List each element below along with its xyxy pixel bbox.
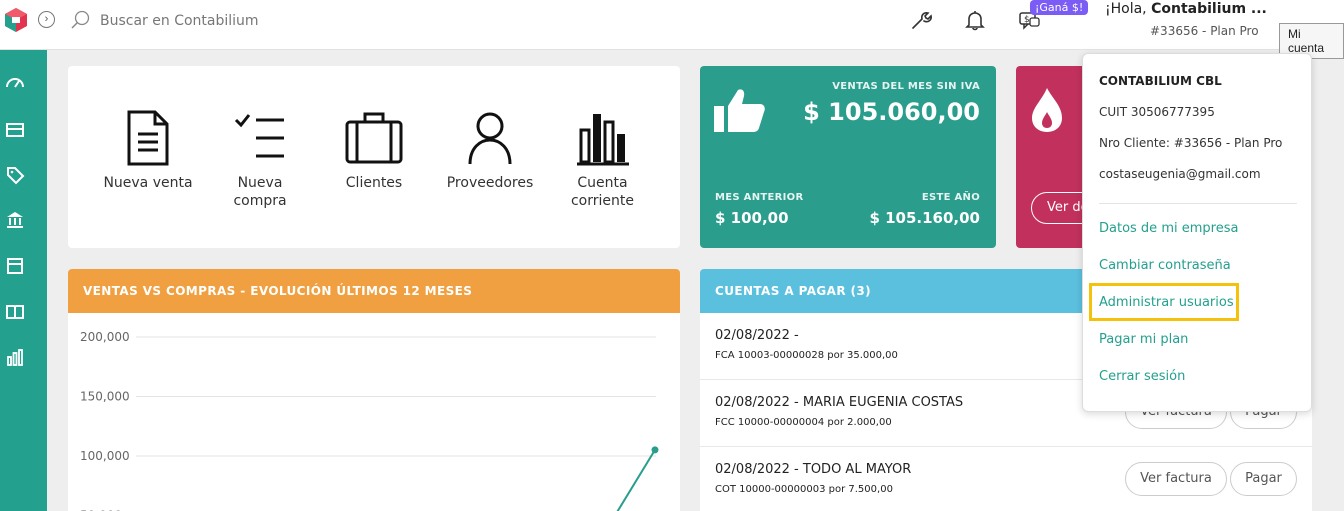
- company-cuit: CUIT 30506777395: [1099, 105, 1215, 119]
- payable-title: 02/08/2022 -: [715, 328, 799, 343]
- y-tick-label: 150,000: [80, 390, 130, 404]
- y-tick-label: 100,000: [80, 449, 130, 463]
- shortcut-label: Nueva: [237, 175, 283, 191]
- user-greeting[interactable]: ¡Hola, Contabilium ...: [1105, 1, 1267, 17]
- shortcut-clients[interactable]: Clientes: [334, 110, 414, 192]
- shortcut-new-purchase[interactable]: Nueva compra: [220, 110, 300, 210]
- payable-detail: FCA 10003-00000028 por 35.000,00: [715, 350, 898, 361]
- data-point[interactable]: [651, 446, 659, 454]
- payable-detail: COT 10000-00000003 por 7.500,00: [715, 484, 893, 495]
- shortcut-suppliers[interactable]: Proveedores: [440, 110, 540, 192]
- document-icon: [127, 110, 169, 166]
- thumbs-up-icon: [714, 89, 765, 132]
- sidebar-toggle-button[interactable]: ›: [38, 11, 55, 28]
- person-icon: [468, 112, 512, 165]
- shortcut-label: Cuenta: [577, 175, 628, 191]
- sales-vs-purchases-chart: VENTAS VS COMPRAS - EVOLUCIÓN ÚLTIMOS 12…: [68, 269, 680, 511]
- referral-badge[interactable]: ¡Ganá $!: [1030, 0, 1089, 15]
- shortcut-label: Clientes: [345, 175, 403, 191]
- shortcut-current-account[interactable]: Cuenta corriente: [560, 110, 645, 210]
- inventory-box-icon[interactable]: [5, 256, 25, 276]
- shortcut-label-line2: compra: [233, 193, 287, 209]
- top-bar: › $ ¡Ganá $! ¡Hola, Contabilium ... #336…: [0, 0, 1344, 59]
- payable-title: 02/08/2022 - TODO AL MAYOR: [715, 462, 912, 477]
- shortcut-new-sale[interactable]: Nueva venta: [98, 110, 198, 192]
- menu-pay-plan[interactable]: Pagar mi plan: [1099, 332, 1188, 347]
- sales-amount: $ 105.060,00: [803, 98, 980, 126]
- dashboard-icon[interactable]: [5, 73, 25, 93]
- shortcut-label: Nueva venta: [103, 175, 193, 191]
- sales-title: VENTAS DEL MES SIN IVA: [832, 81, 980, 92]
- view-invoice-button[interactable]: Ver factura: [1125, 462, 1227, 496]
- search-input[interactable]: [100, 10, 600, 32]
- menu-logout[interactable]: Cerrar sesión: [1099, 369, 1185, 384]
- payable-detail: FCC 10000-00000004 por 2.000,00: [715, 417, 892, 428]
- line-chart: 200,000150,000100,00050,000: [80, 330, 659, 511]
- menu-change-password[interactable]: Cambiar contraseña: [1099, 258, 1231, 273]
- checklist-icon: [234, 114, 284, 158]
- contabilium-logo[interactable]: [3, 7, 29, 33]
- pay-button[interactable]: Pagar: [1230, 462, 1297, 496]
- sales-register-icon[interactable]: [5, 120, 25, 140]
- prev-month-value: $ 100,00: [715, 209, 789, 227]
- menu-divider: [1099, 203, 1297, 204]
- briefcase-icon: [345, 112, 403, 164]
- bar-chart-icon: [576, 114, 629, 166]
- svg-text:$: $: [1024, 15, 1030, 25]
- client-number: Nro Cliente: #33656 - Plan Pro: [1099, 136, 1283, 150]
- shortcut-label: Proveedores: [446, 175, 534, 191]
- greeting-name: Contabilium ...: [1151, 1, 1267, 17]
- payable-title: 02/08/2022 - MARIA EUGENIA COSTAS: [715, 395, 964, 410]
- flame-icon: [1032, 88, 1062, 132]
- user-email: costaseugenia@gmail.com: [1099, 167, 1261, 181]
- bell-icon[interactable]: [964, 9, 986, 31]
- chart-title: VENTAS VS COMPRAS - EVOLUCIÓN ÚLTIMOS 12…: [68, 269, 680, 313]
- account-dropdown-menu: CONTABILIUM CBL CUIT 30506777395 Nro Cli…: [1082, 53, 1312, 412]
- tag-icon[interactable]: [5, 165, 25, 185]
- company-name: CONTABILIUM CBL: [1099, 74, 1222, 88]
- account-plan-label: #33656 - Plan Pro: [1150, 24, 1259, 38]
- monthly-sales-card: VENTAS DEL MES SIN IVA $ 105.060,00 MES …: [700, 66, 996, 248]
- reports-chart-icon[interactable]: [5, 348, 25, 368]
- sidebar: [0, 50, 47, 511]
- shortcuts-card: Nueva venta Nueva compra Clientes Provee…: [68, 66, 680, 248]
- search-icon: [71, 10, 90, 29]
- this-year-label: ESTE AÑO: [921, 192, 980, 203]
- menu-manage-users[interactable]: Administrar usuarios: [1099, 295, 1234, 310]
- shortcut-label-line2: corriente: [570, 193, 634, 209]
- y-tick-label: 200,000: [80, 330, 130, 344]
- this-year-value: $ 105.160,00: [869, 209, 980, 227]
- greeting-prefix: ¡Hola,: [1105, 1, 1152, 17]
- menu-company-data[interactable]: Datos de mi empresa: [1099, 221, 1238, 236]
- prev-month-label: MES ANTERIOR: [715, 192, 804, 203]
- series-line: [616, 449, 656, 511]
- book-icon[interactable]: [5, 302, 25, 322]
- payable-row: 02/08/2022 - TODO AL MAYOR COT 10000-000…: [700, 447, 1312, 511]
- wrench-icon[interactable]: [910, 9, 932, 31]
- bank-icon[interactable]: [5, 210, 25, 230]
